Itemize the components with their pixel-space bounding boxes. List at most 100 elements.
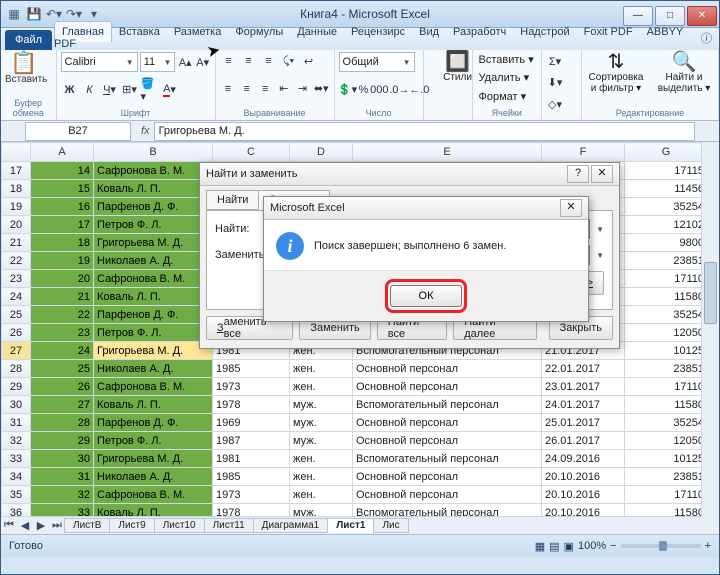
view-normal-icon[interactable]: ▦ [535,540,545,553]
cell[interactable]: Вспомогательный персонал [353,450,542,468]
zoom-out-button[interactable]: − [610,540,616,552]
cell[interactable]: 25 [31,360,94,378]
row-header[interactable]: 24 [2,288,31,306]
cell[interactable]: муж. [290,414,353,432]
border-button[interactable]: ⊞▾ [121,81,139,99]
cell[interactable]: Григорьева М. Д. [94,342,213,360]
cell[interactable]: 10125 [625,450,708,468]
cell[interactable]: 23.01.2017 [542,378,625,396]
row-header[interactable]: 28 [2,360,31,378]
align-top-icon[interactable]: ≡ [220,52,238,70]
cell[interactable]: 1973 [213,486,290,504]
cell[interactable]: 16 [31,198,94,216]
cell[interactable]: 26.01.2017 [542,432,625,450]
bold-button[interactable]: Ж [61,81,79,99]
ok-button[interactable]: ОК [390,285,462,307]
row-header[interactable]: 19 [2,198,31,216]
cell[interactable]: Коваль Л. П. [94,396,213,414]
cell[interactable]: 17115 [625,162,708,180]
cell[interactable]: жен. [290,360,353,378]
cell[interactable]: 32 [31,486,94,504]
cell[interactable]: 29 [31,432,94,450]
cell[interactable]: 1969 [213,414,290,432]
cell[interactable]: 1987 [213,432,290,450]
indent-inc-icon[interactable]: ⇥ [294,80,311,98]
column-header[interactable]: D [290,143,353,162]
font-name-combo[interactable]: Calibri▼ [61,52,138,72]
cell[interactable]: муж. [290,432,353,450]
row-header[interactable]: 33 [2,450,31,468]
view-layout-icon[interactable]: ▤ [549,540,559,553]
cell[interactable]: 22.01.2017 [542,360,625,378]
row-header[interactable]: 31 [2,414,31,432]
sheet-tab[interactable]: Лист9 [109,518,154,533]
fx-icon[interactable]: fx [141,125,150,137]
cell[interactable]: 1973 [213,378,290,396]
cell[interactable]: жен. [290,378,353,396]
cell[interactable]: Основной персонал [353,432,542,450]
cell[interactable]: 11580 [625,288,708,306]
sheet-nav-last-icon[interactable]: ⏭ [49,519,65,532]
cell[interactable]: 25.01.2017 [542,414,625,432]
zoom-level[interactable]: 100% [578,540,606,552]
cell[interactable]: Основной персонал [353,360,542,378]
excel-icon[interactable]: ▦ [5,5,23,23]
table-row[interactable]: 3532Сафронова В. М.1973жен.Основной перс… [2,486,708,504]
cell[interactable]: Парфенов Д. Ф. [94,306,213,324]
indent-dec-icon[interactable]: ⇤ [276,80,293,98]
ribbon-help-icon[interactable]: ⓘ [694,26,719,50]
cell[interactable]: Николаев А. Д. [94,468,213,486]
save-icon[interactable]: 💾 [25,5,43,23]
cell[interactable]: 23851 [625,468,708,486]
ribbon-tab[interactable]: Рецензирс [344,22,412,42]
insert-cells-button[interactable]: Вставить ▾ [477,52,537,67]
cell[interactable]: 14 [31,162,94,180]
table-row[interactable]: 3431Николаев А. Д.1985жен.Основной персо… [2,468,708,486]
cell[interactable]: 28 [31,414,94,432]
cell[interactable]: 15 [31,180,94,198]
cell[interactable]: Петров Ф. Л. [94,432,213,450]
table-row[interactable]: 3128Парфенов Д. Ф.1969муж.Основной персо… [2,414,708,432]
cell[interactable]: Вспомогательный персонал [353,396,542,414]
dialog-help-button[interactable]: ? [567,165,589,183]
cell[interactable]: 20 [31,270,94,288]
inc-decimal-icon[interactable]: .0→ [390,81,408,99]
cell[interactable]: Сафронова В. М. [94,162,213,180]
row-header[interactable]: 22 [2,252,31,270]
percent-icon[interactable]: % [359,81,369,99]
cell[interactable]: 10125 [625,342,708,360]
cell[interactable]: муж. [290,396,353,414]
cell[interactable]: 21 [31,288,94,306]
cell[interactable]: жен. [290,486,353,504]
select-all-corner[interactable] [2,143,31,162]
name-box[interactable]: B27 [25,122,131,141]
font-size-combo[interactable]: 11▼ [140,52,176,72]
row-header[interactable]: 23 [2,270,31,288]
number-format-combo[interactable]: Общий▼ [339,52,415,72]
cell[interactable]: 11456 [625,180,708,198]
row-header[interactable]: 17 [2,162,31,180]
cell[interactable]: Основной персонал [353,378,542,396]
clear-icon[interactable]: ◇▾ [546,95,564,113]
ribbon-tab[interactable]: Данные [290,22,344,42]
align-bot-icon[interactable]: ≡ [260,52,278,70]
table-row[interactable]: 3027Коваль Л. П.1978муж.Вспомогательный … [2,396,708,414]
ribbon-tab[interactable]: Формулы [228,22,290,42]
cell[interactable]: 1985 [213,360,290,378]
italic-button[interactable]: К [81,81,99,99]
cell[interactable]: 9800 [625,234,708,252]
sheet-tab[interactable]: Лист11 [204,518,254,533]
row-header[interactable]: 20 [2,216,31,234]
row-header[interactable]: 30 [2,396,31,414]
cell[interactable]: Григорьева М. Д. [94,450,213,468]
cell[interactable]: Основной персонал [353,468,542,486]
align-left-icon[interactable]: ≡ [220,80,237,98]
tab-find[interactable]: Найти [206,190,259,210]
cell[interactable]: 23851 [625,360,708,378]
cell[interactable]: 22 [31,306,94,324]
horizontal-scrollbar[interactable]: ⏮ ◀ ▶ ⏭ ЛистВЛист9Лист10Лист11Диаграмма1… [1,516,702,534]
view-break-icon[interactable]: ▣ [564,540,574,553]
cell[interactable]: 18 [31,234,94,252]
cell[interactable]: Сафронова В. М. [94,270,213,288]
cell[interactable]: Сафронова В. М. [94,378,213,396]
